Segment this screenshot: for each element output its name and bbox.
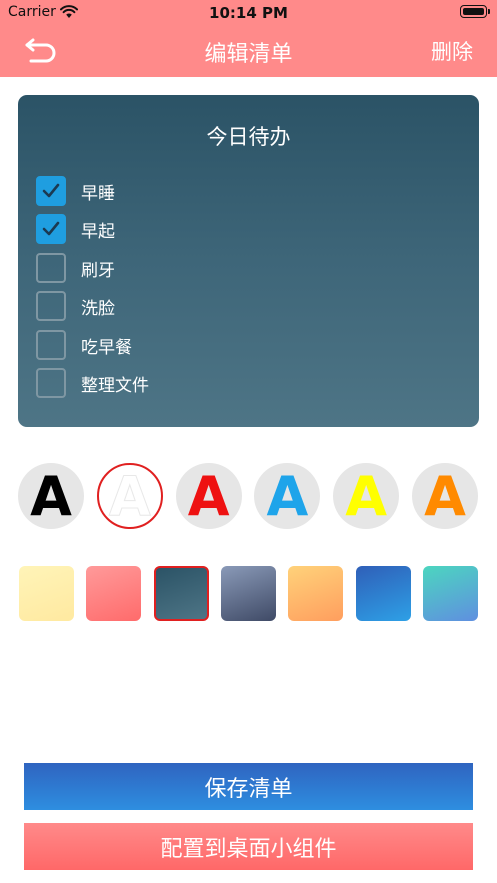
- font-color-option[interactable]: A: [175, 463, 242, 529]
- todo-item[interactable]: 吃早餐: [36, 329, 436, 360]
- configure-widget-button[interactable]: 配置到桌面小组件: [24, 823, 473, 870]
- todo-item-label: 整理文件: [81, 376, 149, 396]
- unchecked-checkbox[interactable]: [36, 252, 66, 283]
- font-color-glyph: A: [187, 465, 230, 528]
- background-swatch[interactable]: [422, 566, 478, 621]
- background-swatch[interactable]: [220, 566, 276, 621]
- font-color-option[interactable]: A: [96, 463, 163, 529]
- checked-checkbox[interactable]: [36, 176, 66, 206]
- todo-item-label: 早起: [81, 222, 115, 243]
- unchecked-checkbox[interactable]: [36, 291, 66, 322]
- page-title: 编辑清单: [204, 42, 293, 67]
- unchecked-checkbox[interactable]: [36, 329, 66, 360]
- checkmark-icon: [42, 183, 60, 198]
- font-color-glyph: A: [345, 465, 388, 528]
- font-color-glyph: A: [424, 465, 466, 528]
- top-header: Carrier 10:14 PM 编辑清单 删除: [0, 0, 497, 77]
- font-color-glyph: A: [30, 465, 72, 528]
- background-swatch[interactable]: [153, 566, 209, 621]
- font-color-option[interactable]: A: [412, 463, 478, 529]
- todo-item[interactable]: 整理文件: [36, 368, 436, 398]
- save-list-button[interactable]: 保存清单: [24, 763, 473, 810]
- checked-checkbox[interactable]: [36, 214, 66, 245]
- delete-button[interactable]: 删除: [431, 36, 473, 66]
- todo-item-label: 刷牙: [81, 260, 115, 281]
- font-color-option[interactable]: A: [254, 463, 321, 529]
- font-color-glyph: A: [266, 465, 309, 528]
- todo-item-label: 吃早餐: [81, 337, 132, 358]
- todo-preview-card: 今日待办 早睡早起刷牙洗脸吃早餐整理文件: [18, 95, 479, 427]
- battery-icon: [460, 5, 490, 18]
- todo-item[interactable]: 刷牙: [36, 252, 436, 283]
- todo-item[interactable]: 早睡: [36, 176, 436, 206]
- background-swatch[interactable]: [355, 566, 411, 621]
- checkmark-icon: [42, 222, 60, 236]
- background-swatch[interactable]: [86, 566, 142, 621]
- status-bar: Carrier 10:14 PM: [0, 0, 497, 26]
- font-color-option[interactable]: A: [333, 463, 400, 529]
- todo-item[interactable]: 早起: [36, 214, 436, 245]
- todo-item-label: 早睡: [81, 184, 115, 204]
- todo-item-label: 洗脸: [81, 299, 115, 320]
- todo-item[interactable]: 洗脸: [36, 291, 436, 322]
- font-color-glyph: A: [108, 465, 151, 528]
- font-color-option[interactable]: A: [18, 463, 84, 529]
- background-swatch[interactable]: [19, 566, 74, 621]
- card-title: 今日待办: [206, 125, 291, 149]
- background-swatch[interactable]: [288, 566, 344, 621]
- status-time: 10:14 PM: [209, 4, 288, 22]
- unchecked-checkbox[interactable]: [36, 368, 66, 398]
